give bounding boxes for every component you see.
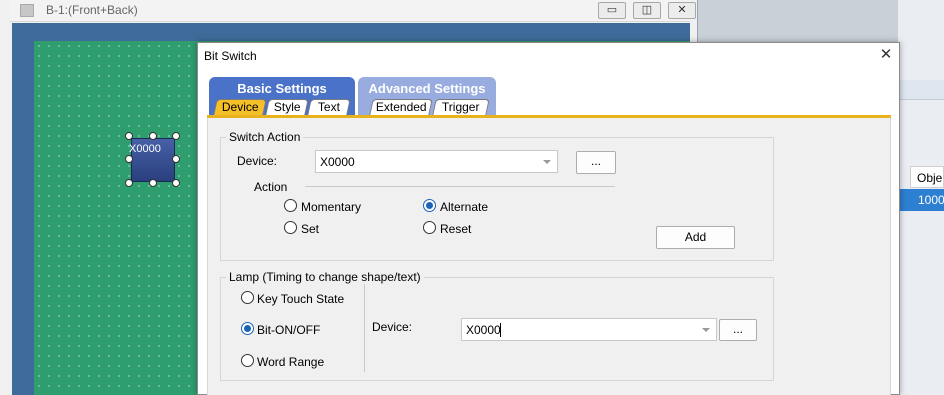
minimize-icon: ▭ [606, 4, 618, 16]
switch-action-legend: Switch Action [226, 130, 304, 144]
action-label: Action [254, 180, 288, 194]
bit-switch-dialog: Bit Switch ✕ Basic Settings Device Style… [197, 42, 900, 395]
word-range-radio[interactable] [241, 354, 254, 367]
minimize-button[interactable]: ▭ [598, 2, 626, 19]
resize-handle[interactable] [149, 179, 157, 187]
alternate-label: Alternate [440, 200, 489, 214]
lamp-device-browse-button[interactable]: ... [719, 319, 757, 341]
tab-group-label: Advanced Settings [368, 81, 486, 96]
bit-on-off-label: Bit-ON/OFF [257, 323, 321, 337]
editor-close-button[interactable]: ✕ [668, 2, 696, 19]
lamp-divider [364, 284, 365, 372]
action-divider [305, 186, 615, 187]
add-button[interactable]: Add [656, 226, 735, 249]
resize-handle[interactable] [125, 132, 133, 140]
close-icon: ✕ [879, 46, 893, 63]
lamp-device-value: X0000 [466, 323, 501, 337]
panel-header [898, 80, 944, 100]
editor-title: B-1:(Front+Back) [46, 3, 138, 17]
resize-handle[interactable] [125, 155, 133, 163]
device-tab-content: Switch Action Device: X0000 ... Action M… [207, 118, 891, 395]
window-icon [20, 4, 34, 17]
tab-text[interactable]: Text [307, 99, 351, 115]
resize-handle[interactable] [172, 179, 180, 187]
maximize-icon: ◫ [641, 4, 653, 16]
lamp-legend: Lamp (Timing to change shape/text) [226, 270, 424, 284]
lamp-device-label: Device: [372, 320, 413, 334]
tab-group-label: Basic Settings [237, 81, 327, 96]
reset-label: Reset [440, 222, 472, 236]
key-touch-state-label: Key Touch State [257, 292, 345, 306]
text-cursor [500, 323, 501, 337]
object-label: X0000 [129, 143, 161, 155]
tab-group-basic-settings[interactable]: Basic Settings Device Style Text [209, 77, 355, 115]
close-icon: ✕ [677, 4, 687, 16]
resize-handle[interactable] [172, 132, 180, 140]
tab-device[interactable]: Device [213, 99, 267, 115]
tab-extended[interactable]: Extended [369, 99, 433, 115]
lamp-device-combo[interactable]: X0000 [461, 318, 717, 341]
resize-handle[interactable] [172, 155, 180, 163]
tab-group-advanced-settings[interactable]: Advanced Settings Extended Trigger [358, 77, 496, 115]
resize-handle[interactable] [149, 132, 157, 140]
tab-trigger[interactable]: Trigger [432, 99, 490, 115]
set-label: Set [301, 222, 320, 236]
editor-titlebar: B-1:(Front+Back) ▭ ◫ ✕ [10, 0, 696, 22]
alternate-radio[interactable] [423, 199, 436, 212]
chevron-down-icon[interactable] [543, 160, 551, 164]
bit-on-off-radio[interactable] [241, 322, 254, 335]
maximize-button[interactable]: ◫ [633, 2, 661, 19]
switch-device-browse-button[interactable]: ... [576, 151, 616, 174]
lamp-group: Lamp (Timing to change shape/text) Key T… [220, 270, 774, 381]
switch-device-combo[interactable]: X0000 [315, 150, 558, 173]
object-list-panel: Obje 1000 [898, 0, 944, 395]
reset-radio[interactable] [423, 221, 436, 234]
tab-style[interactable]: Style [265, 99, 309, 115]
key-touch-state-radio[interactable] [241, 291, 254, 304]
device-label: Device: [237, 154, 278, 168]
momentary-radio[interactable] [284, 199, 297, 212]
momentary-label: Momentary [301, 200, 362, 214]
dialog-title: Bit Switch [204, 49, 257, 63]
dialog-close-button[interactable]: ✕ [875, 45, 897, 65]
word-range-label: Word Range [257, 355, 325, 369]
resize-handle[interactable] [125, 179, 133, 187]
set-radio[interactable] [284, 221, 297, 234]
column-header[interactable]: Obje [910, 166, 944, 188]
switch-action-group: Switch Action Device: X0000 ... Action M… [220, 130, 774, 261]
chevron-down-icon[interactable] [702, 328, 710, 332]
selected-row[interactable]: 1000 [898, 189, 944, 211]
switch-device-value: X0000 [320, 155, 355, 169]
